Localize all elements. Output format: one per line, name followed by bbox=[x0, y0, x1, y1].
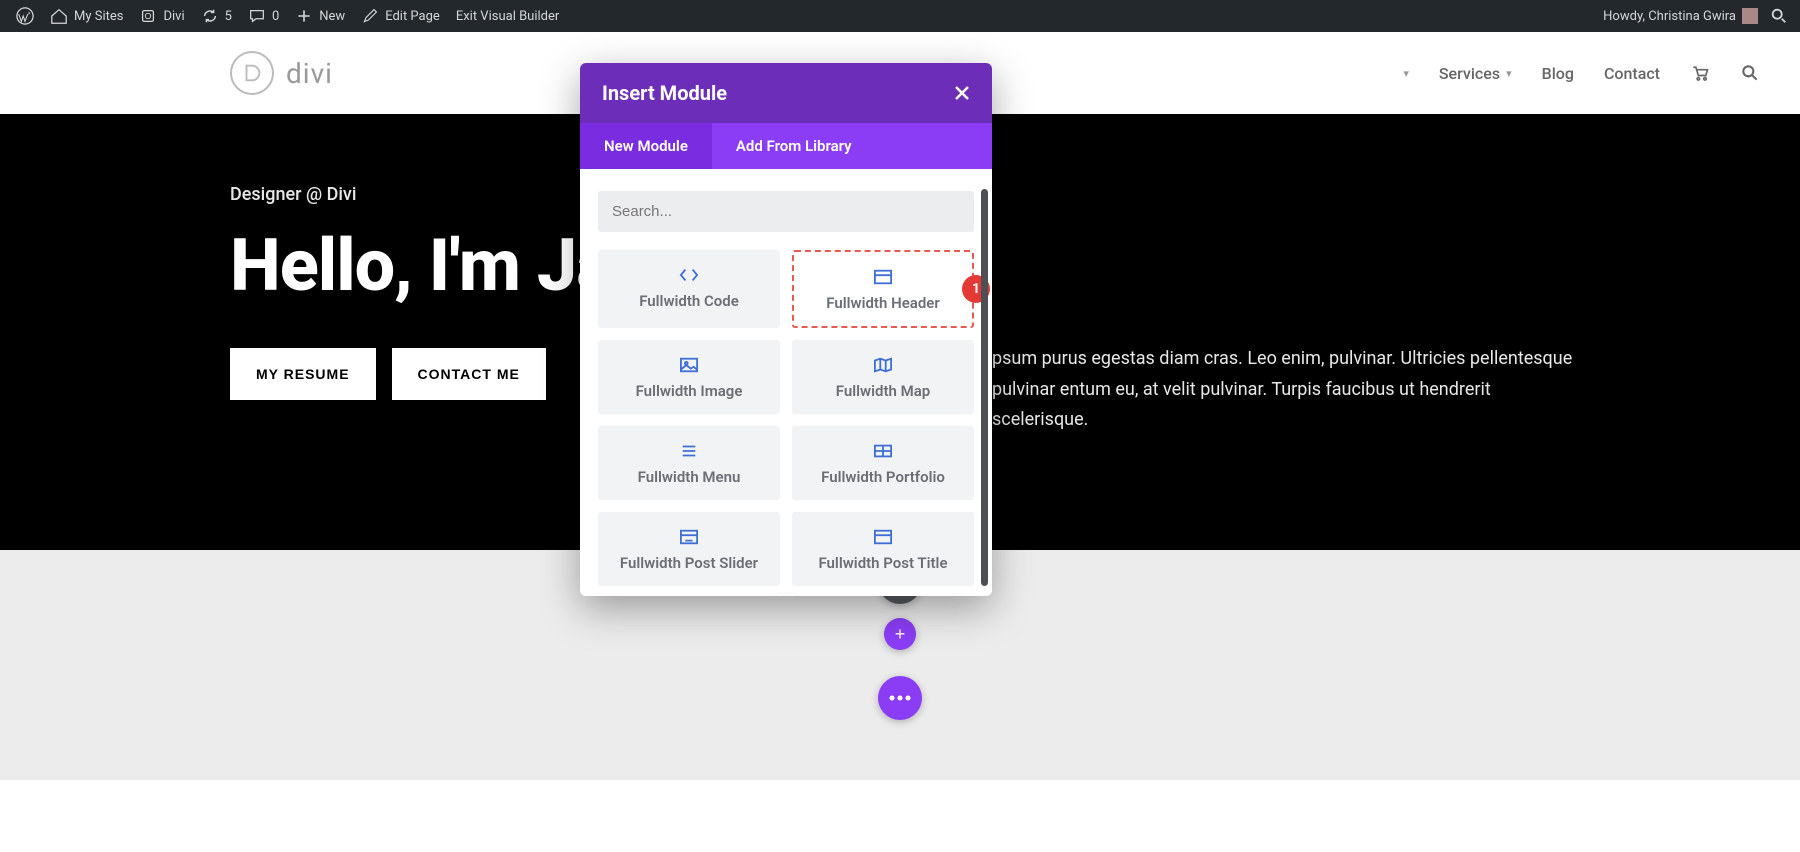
admin-editpage[interactable]: Edit Page bbox=[353, 0, 448, 32]
site-logo[interactable]: divi bbox=[230, 51, 333, 95]
module-portfolio[interactable]: Fullwidth Portfolio bbox=[792, 426, 974, 500]
wp-logo[interactable] bbox=[8, 0, 42, 32]
module-label: Fullwidth Map bbox=[800, 382, 966, 400]
menu-icon bbox=[606, 440, 772, 462]
module-menu[interactable]: Fullwidth Menu bbox=[598, 426, 780, 500]
admin-exitvb-label: Exit Visual Builder bbox=[456, 9, 559, 24]
modal-pointer bbox=[776, 594, 796, 596]
nav-services-label: Services bbox=[1439, 64, 1500, 83]
module-search-input[interactable] bbox=[598, 191, 974, 232]
admin-comments-count: 0 bbox=[272, 9, 279, 24]
admin-exitvb[interactable]: Exit Visual Builder bbox=[448, 0, 567, 32]
module-label: Fullwidth Image bbox=[606, 382, 772, 400]
module-slider[interactable]: Fullwidth Post Slider bbox=[598, 512, 780, 586]
chevron-down-icon: ▾ bbox=[1403, 67, 1409, 80]
admin-account[interactable]: Howdy, Christina Gwira bbox=[1595, 0, 1766, 32]
admin-bar-right: Howdy, Christina Gwira bbox=[1595, 0, 1792, 32]
admin-site[interactable]: Divi bbox=[131, 0, 192, 32]
admin-updates[interactable]: 5 bbox=[193, 0, 240, 32]
avatar bbox=[1742, 8, 1758, 24]
admin-new[interactable]: New bbox=[287, 0, 353, 32]
module-label: Fullwidth Code bbox=[606, 292, 772, 310]
header-icon bbox=[802, 266, 964, 288]
close-button[interactable] bbox=[954, 85, 970, 101]
nav-services[interactable]: Services ▾ bbox=[1439, 64, 1512, 83]
tab-new-module[interactable]: New Module bbox=[580, 123, 712, 169]
module-label: Fullwidth Post Title bbox=[800, 554, 966, 572]
logo-text: divi bbox=[286, 57, 333, 90]
admin-bar-left: My Sites Divi 5 0 New bbox=[8, 0, 567, 32]
hero-paragraph: psum purus egestas diam cras. Leo enim, … bbox=[992, 344, 1580, 436]
contact-button[interactable]: CONTACT ME bbox=[392, 348, 546, 400]
nav-blog[interactable]: Blog bbox=[1542, 64, 1574, 83]
nav-cart[interactable] bbox=[1690, 63, 1710, 83]
pencil-icon bbox=[361, 7, 379, 25]
title-icon bbox=[800, 526, 966, 548]
admin-mysites-label: My Sites bbox=[74, 9, 123, 24]
module-title[interactable]: Fullwidth Post Title bbox=[792, 512, 974, 586]
slider-icon bbox=[606, 526, 772, 548]
tab-add-from-library[interactable]: Add From Library bbox=[712, 123, 876, 169]
nav-about[interactable]: ▾ bbox=[1403, 67, 1409, 80]
admin-updates-count: 5 bbox=[225, 9, 232, 24]
module-label: Fullwidth Header bbox=[802, 294, 964, 312]
image-icon bbox=[606, 354, 772, 376]
module-grid: Fullwidth CodeFullwidth Header1Fullwidth… bbox=[598, 250, 974, 586]
module-header[interactable]: Fullwidth Header1 bbox=[792, 250, 974, 328]
module-label: Fullwidth Post Slider bbox=[606, 554, 772, 572]
module-image[interactable]: Fullwidth Image bbox=[598, 340, 780, 414]
admin-howdy: Howdy, Christina Gwira bbox=[1603, 9, 1736, 24]
modal-title: Insert Module bbox=[602, 81, 727, 105]
nav-search[interactable] bbox=[1740, 63, 1760, 83]
refresh-icon bbox=[201, 7, 219, 25]
resume-button[interactable]: MY RESUME bbox=[230, 348, 376, 400]
modal-body: Fullwidth CodeFullwidth Header1Fullwidth… bbox=[580, 169, 992, 596]
nav-blog-label: Blog bbox=[1542, 64, 1574, 83]
logo-icon bbox=[230, 51, 274, 95]
code-icon bbox=[606, 264, 772, 286]
admin-search[interactable] bbox=[1766, 3, 1792, 29]
admin-mysites[interactable]: My Sites bbox=[42, 0, 131, 32]
admin-site-label: Divi bbox=[163, 9, 184, 24]
step-badge: 1 bbox=[962, 275, 990, 303]
module-code[interactable]: Fullwidth Code bbox=[598, 250, 780, 328]
builder-more-button[interactable] bbox=[878, 676, 922, 720]
site-icon bbox=[139, 7, 157, 25]
plus-icon bbox=[295, 7, 313, 25]
map-icon bbox=[800, 354, 966, 376]
insert-module-modal: Insert Module New Module Add From Librar… bbox=[580, 63, 992, 596]
module-label: Fullwidth Menu bbox=[606, 468, 772, 486]
admin-new-label: New bbox=[319, 9, 345, 24]
builder-controls bbox=[878, 676, 922, 720]
wp-admin-bar: My Sites Divi 5 0 New bbox=[0, 0, 1800, 32]
modal-tabs: New Module Add From Library bbox=[580, 123, 992, 169]
admin-editpage-label: Edit Page bbox=[385, 9, 440, 24]
house-icon bbox=[50, 7, 68, 25]
wordpress-icon bbox=[16, 7, 34, 25]
nav-contact-label: Contact bbox=[1604, 64, 1660, 83]
nav-contact[interactable]: Contact bbox=[1604, 64, 1660, 83]
admin-comments[interactable]: 0 bbox=[240, 0, 287, 32]
add-row-button[interactable]: + bbox=[884, 618, 916, 650]
modal-header: Insert Module bbox=[580, 63, 992, 123]
chevron-down-icon: ▾ bbox=[1506, 67, 1512, 80]
module-label: Fullwidth Portfolio bbox=[800, 468, 966, 486]
comment-icon bbox=[248, 7, 266, 25]
portfolio-icon bbox=[800, 440, 966, 462]
module-map[interactable]: Fullwidth Map bbox=[792, 340, 974, 414]
main-nav: ▾ Services ▾ Blog Contact bbox=[1403, 63, 1760, 83]
